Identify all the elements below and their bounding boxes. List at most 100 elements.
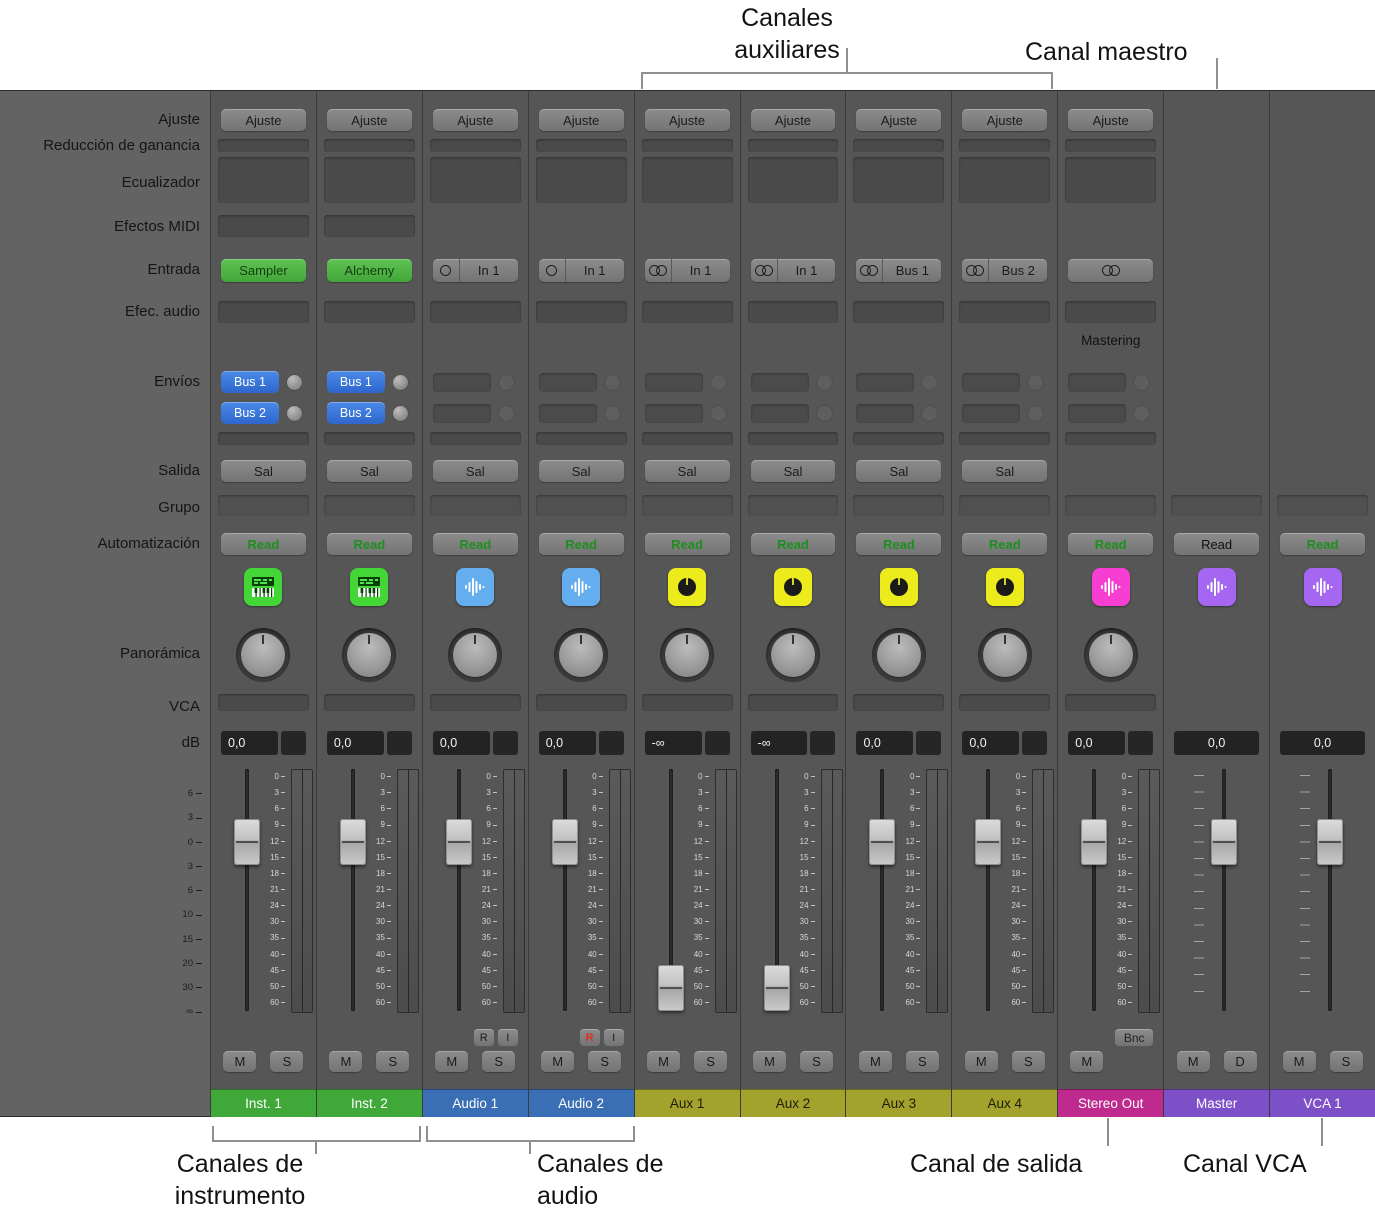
send-slot[interactable] — [1068, 373, 1126, 392]
input-button[interactable]: Alchemy — [327, 259, 412, 282]
fader-thumb[interactable] — [1211, 819, 1237, 865]
fader-track[interactable] — [551, 769, 579, 1011]
automation-mode-button[interactable]: Read — [1174, 533, 1259, 555]
send-bus-button[interactable]: Bus 2 — [221, 402, 279, 424]
db-value[interactable]: 0,0 — [539, 731, 596, 755]
fader-track[interactable] — [657, 769, 685, 1011]
solo-button[interactable]: S — [906, 1051, 939, 1072]
solo-button[interactable]: S — [800, 1051, 833, 1072]
mute-button[interactable]: M — [329, 1051, 362, 1072]
audio-fx-slot[interactable] — [748, 301, 839, 323]
pan-knob[interactable] — [448, 628, 502, 682]
vca-slot[interactable] — [959, 694, 1050, 711]
adjust-button[interactable]: Ajuste — [1068, 109, 1153, 131]
input-button[interactable]: In 1 — [645, 259, 730, 282]
fader-thumb[interactable] — [1317, 819, 1343, 865]
send-slot[interactable] — [856, 373, 914, 392]
mute-button[interactable]: M — [965, 1051, 998, 1072]
pan-knob[interactable] — [236, 628, 290, 682]
automation-mode-button[interactable]: Read — [962, 533, 1047, 555]
pan-knob[interactable] — [872, 628, 926, 682]
group-slot[interactable] — [1065, 495, 1156, 516]
send-slot[interactable] — [853, 432, 944, 445]
audio-fx-slot[interactable] — [959, 301, 1050, 323]
automation-mode-button[interactable]: Read — [221, 533, 306, 555]
channel-name[interactable]: Aux 3 — [846, 1089, 951, 1117]
group-slot[interactable] — [1171, 495, 1262, 516]
channel-name[interactable]: Inst. 2 — [317, 1089, 422, 1117]
db-value[interactable]: 0,0 — [1280, 731, 1365, 755]
audio-fx-slot[interactable] — [1065, 301, 1156, 323]
send-slot[interactable] — [218, 432, 309, 445]
db-value[interactable]: 0,0 — [1068, 731, 1125, 755]
fader-thumb[interactable] — [764, 965, 790, 1011]
channel-name[interactable]: Aux 2 — [741, 1089, 846, 1117]
send-slot[interactable] — [536, 432, 627, 445]
db-value[interactable]: 0,0 — [221, 731, 278, 755]
dim-button[interactable]: D — [1224, 1051, 1257, 1072]
mute-button[interactable]: M — [647, 1051, 680, 1072]
send-slot[interactable] — [751, 373, 809, 392]
automation-mode-button[interactable]: Read — [327, 533, 412, 555]
send-level-knob[interactable] — [286, 405, 303, 422]
audio-fx-slot[interactable] — [430, 301, 521, 323]
group-slot[interactable] — [1277, 495, 1368, 516]
vca-slot[interactable] — [748, 694, 839, 711]
eq-slot[interactable] — [1065, 157, 1156, 203]
midi-fx-slot[interactable] — [218, 215, 309, 237]
send-slot[interactable] — [856, 404, 914, 423]
adjust-button[interactable]: Ajuste — [856, 109, 941, 131]
solo-button[interactable]: S — [588, 1051, 621, 1072]
send-slot[interactable] — [642, 432, 733, 445]
pan-knob[interactable] — [766, 628, 820, 682]
send-slot[interactable] — [539, 373, 597, 392]
input-button[interactable]: In 1 — [539, 259, 624, 282]
mute-button[interactable]: M — [435, 1051, 468, 1072]
vca-slot[interactable] — [430, 694, 521, 711]
solo-button[interactable]: S — [694, 1051, 727, 1072]
vca-slot[interactable] — [218, 694, 309, 711]
audio-fx-slot[interactable] — [536, 301, 627, 323]
group-slot[interactable] — [324, 495, 415, 516]
output-button[interactable]: Sal — [327, 460, 412, 482]
send-slot[interactable] — [962, 404, 1020, 423]
vca-slot[interactable] — [853, 694, 944, 711]
group-slot[interactable] — [218, 495, 309, 516]
channel-name[interactable]: Audio 2 — [529, 1089, 634, 1117]
db-value[interactable]: 0,0 — [962, 731, 1019, 755]
input-button[interactable]: Sampler — [221, 259, 306, 282]
eq-slot[interactable] — [536, 157, 627, 203]
db-value[interactable]: 0,0 — [856, 731, 913, 755]
mute-button[interactable]: M — [541, 1051, 574, 1072]
output-button[interactable]: Sal — [856, 460, 941, 482]
input-button[interactable]: Bus 2 — [962, 259, 1047, 282]
channel-name[interactable]: VCA 1 — [1270, 1089, 1375, 1117]
group-slot[interactable] — [430, 495, 521, 516]
eq-slot[interactable] — [430, 157, 521, 203]
adjust-button[interactable]: Ajuste — [962, 109, 1047, 131]
bounce-button[interactable]: Bnc — [1115, 1029, 1153, 1046]
fader-track[interactable] — [1210, 769, 1238, 1011]
send-slot[interactable] — [324, 432, 415, 445]
send-slot[interactable] — [433, 404, 491, 423]
automation-mode-button[interactable]: Read — [751, 533, 836, 555]
mute-button[interactable]: M — [1283, 1051, 1316, 1072]
db-value[interactable]: 0,0 — [1174, 731, 1259, 755]
eq-slot[interactable] — [218, 157, 309, 203]
send-level-knob[interactable] — [392, 405, 409, 422]
audio-fx-slot[interactable] — [218, 301, 309, 323]
input-monitor-button[interactable]: I — [604, 1029, 624, 1046]
pan-knob[interactable] — [554, 628, 608, 682]
vca-slot[interactable] — [1065, 694, 1156, 711]
eq-slot[interactable] — [642, 157, 733, 203]
fader-track[interactable] — [339, 769, 367, 1011]
send-slot[interactable] — [959, 432, 1050, 445]
output-button[interactable]: Sal — [962, 460, 1047, 482]
fader-thumb[interactable] — [869, 819, 895, 865]
adjust-button[interactable]: Ajuste — [751, 109, 836, 131]
pan-knob[interactable] — [660, 628, 714, 682]
fader-track[interactable] — [1316, 769, 1344, 1011]
mute-button[interactable]: M — [753, 1051, 786, 1072]
send-slot[interactable] — [645, 404, 703, 423]
solo-button[interactable]: S — [1330, 1051, 1363, 1072]
